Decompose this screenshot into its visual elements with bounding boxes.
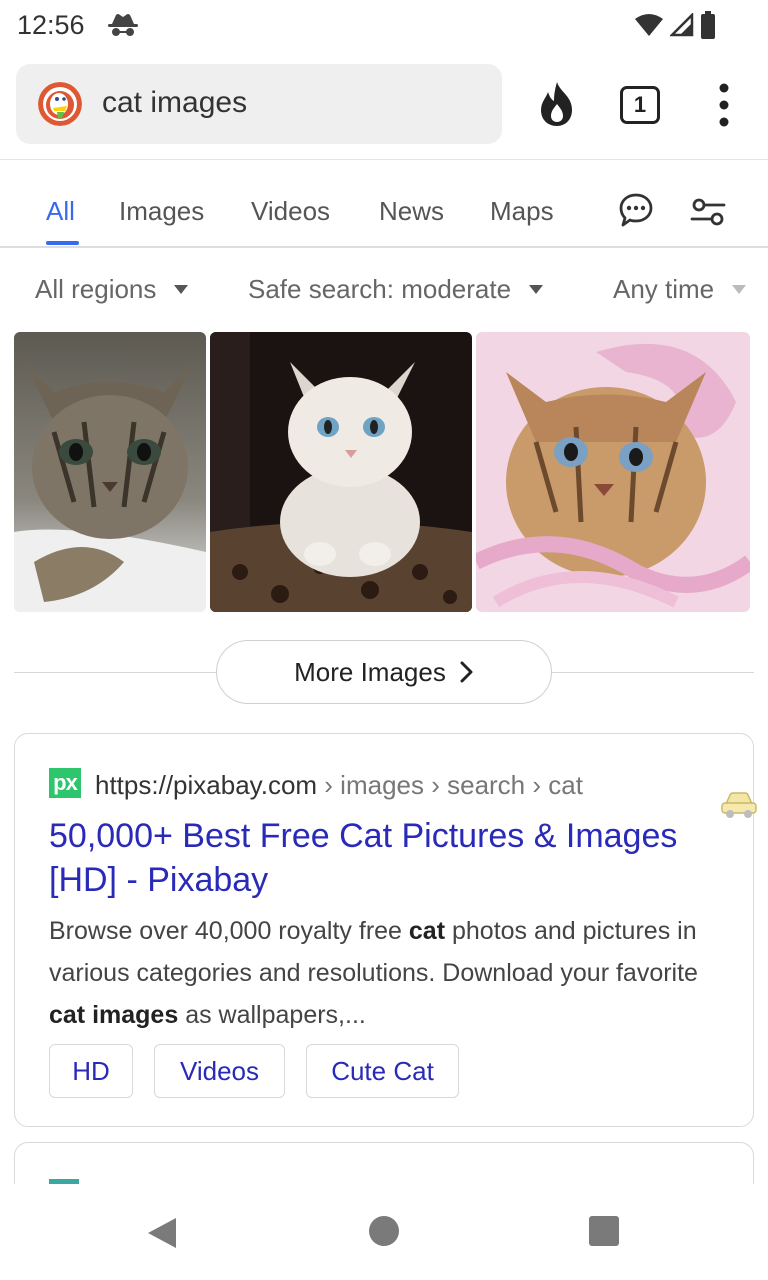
tabby-kitten-image — [14, 332, 206, 612]
browser-toolbar: cat images 1 — [0, 50, 768, 160]
active-tab-indicator — [46, 241, 79, 245]
chevron-down-icon — [174, 285, 189, 294]
snippet-text: Browse over 40,000 royalty free — [49, 917, 409, 945]
fire-icon[interactable] — [536, 80, 578, 128]
image-result-ribbon-kitten[interactable] — [476, 332, 750, 612]
tab-videos[interactable]: Videos — [251, 196, 330, 227]
system-nav-bar — [0, 1184, 768, 1280]
tab-news[interactable]: News — [379, 196, 444, 227]
search-result-card: px https://pixabay.com › images › search… — [14, 733, 754, 1127]
divider — [14, 672, 216, 673]
tab-maps[interactable]: Maps — [490, 196, 554, 227]
favicon-text: px — [53, 770, 78, 795]
pixabay-favicon: px — [49, 768, 81, 798]
status-icons — [634, 10, 716, 40]
result-title-link[interactable]: 50,000+ Best Free Cat Pictures & Images … — [49, 814, 689, 902]
snippet-highlight: cat images — [49, 1001, 179, 1029]
tab-all[interactable]: All — [46, 196, 75, 227]
chevron-down-icon — [529, 285, 544, 294]
tabs-button[interactable]: 1 — [620, 86, 660, 124]
tab-count: 1 — [633, 92, 647, 117]
sitelink-videos[interactable]: Videos — [154, 1044, 285, 1098]
car-icon[interactable] — [720, 790, 758, 820]
home-icon[interactable] — [369, 1216, 399, 1246]
chat-icon[interactable] — [618, 192, 654, 228]
sitelink-hd[interactable]: HD — [49, 1044, 133, 1098]
address-bar[interactable]: cat images — [16, 64, 502, 144]
snippet-highlight: cat — [408, 917, 446, 945]
chevron-right-icon — [460, 661, 473, 683]
overflow-menu-icon[interactable] — [712, 82, 736, 128]
wifi-icon — [635, 14, 663, 36]
duckduckgo-logo — [38, 82, 82, 126]
more-images-label: More Images — [294, 656, 446, 687]
battery-icon — [701, 11, 715, 39]
time-filter-label: Any time — [613, 274, 715, 304]
incognito-spy-icon — [108, 14, 138, 36]
region-filter[interactable]: All regions — [35, 274, 189, 305]
white-kitten-image — [210, 332, 472, 612]
safe-search-filter[interactable]: Safe search: moderate — [248, 274, 544, 305]
image-result-white-kitten[interactable] — [210, 332, 472, 612]
search-type-tabs: All Images Videos News Maps — [0, 160, 768, 248]
ribbon-kitten-image — [476, 332, 750, 612]
tabs-fade — [570, 180, 620, 240]
region-filter-label: All regions — [35, 274, 157, 304]
image-result-tabby-kitten[interactable] — [14, 332, 206, 612]
result-url-path: › images › search › cat — [317, 770, 583, 800]
result-snippet: Browse over 40,000 royalty free cat phot… — [49, 910, 729, 1036]
search-query-text[interactable]: cat images — [102, 86, 247, 120]
recents-icon[interactable] — [589, 1216, 619, 1246]
status-bar: 12:56 — [0, 0, 768, 50]
chevron-down-icon — [732, 285, 747, 294]
sitelink-cute-cat[interactable]: Cute Cat — [306, 1044, 459, 1098]
status-time: 12:56 — [17, 10, 85, 40]
back-icon[interactable] — [146, 1216, 178, 1250]
result-url[interactable]: https://pixabay.com › images › search › … — [95, 770, 583, 801]
search-filters: All regions Safe search: moderate Any ti… — [0, 248, 768, 330]
more-images-button[interactable]: More Images — [216, 640, 552, 704]
settings-sliders-icon[interactable] — [690, 196, 726, 228]
time-filter[interactable]: Any time — [613, 274, 747, 305]
snippet-text: as wallpapers,... — [178, 1001, 366, 1029]
tab-images[interactable]: Images — [119, 196, 204, 227]
divider — [552, 672, 754, 673]
result-url-domain: https://pixabay.com — [95, 770, 318, 800]
safe-search-filter-label: Safe search: moderate — [248, 274, 512, 304]
cell-signal-icon — [670, 13, 694, 37]
